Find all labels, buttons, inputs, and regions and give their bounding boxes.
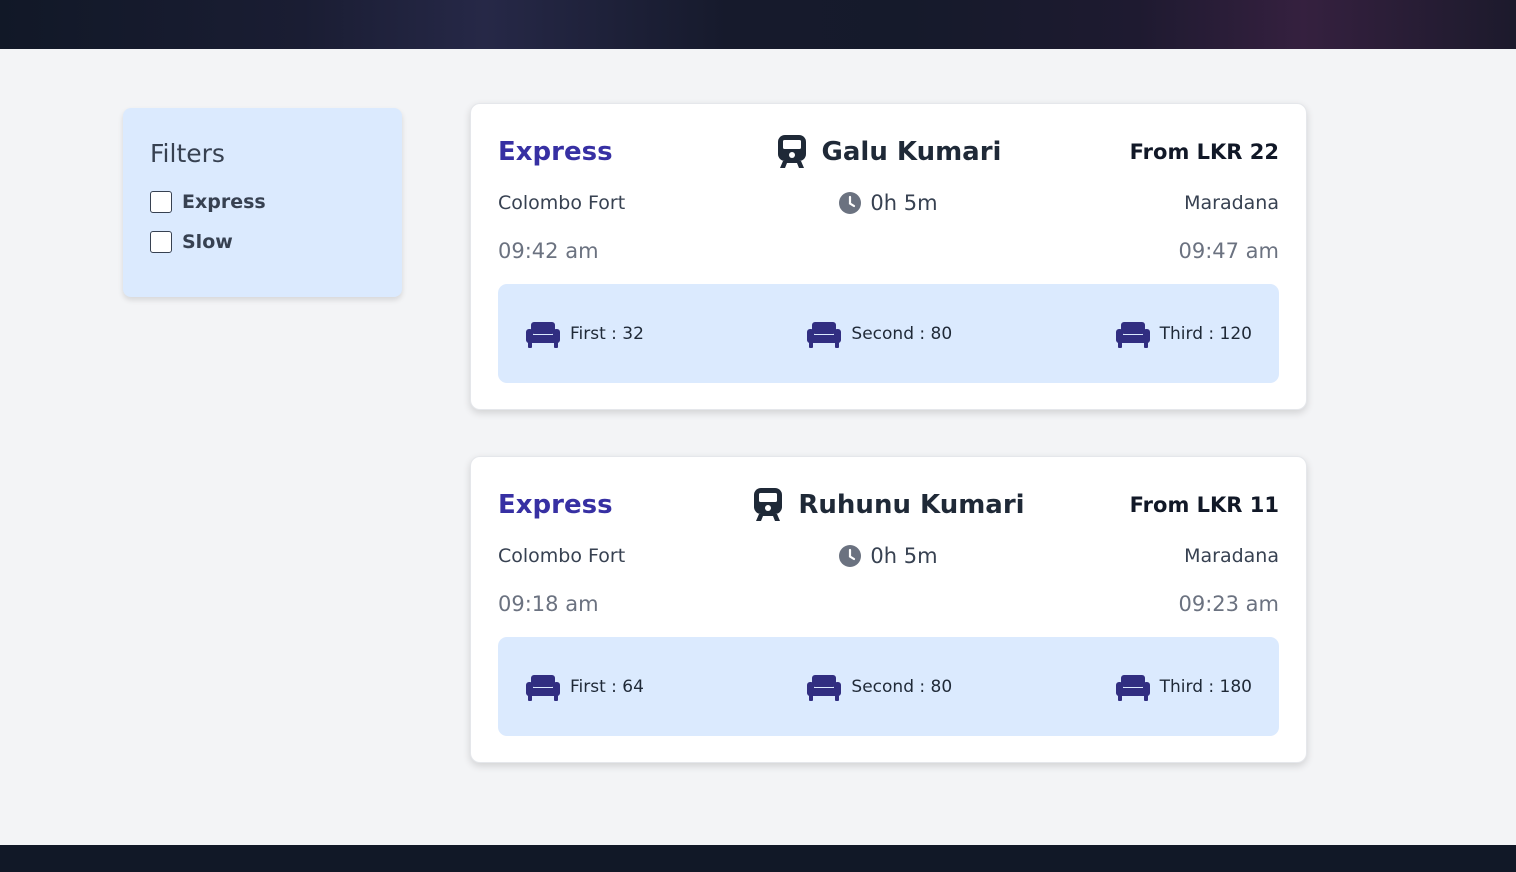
seat-class-second: Second : 80	[807, 673, 952, 701]
train-type: Express	[498, 490, 613, 520]
train-name: Ruhunu Kumari	[798, 490, 1025, 520]
train-card[interactable]: Express Ruhunu Kumari From LKR 11 Colomb…	[470, 456, 1307, 763]
train-price: From LKR 22	[1129, 140, 1279, 164]
seat-class-first: First : 64	[526, 673, 644, 701]
sofa-icon	[526, 321, 560, 348]
seat-third-label: Third : 180	[1159, 676, 1252, 697]
arrival-time: 09:47 am	[1178, 239, 1279, 263]
train-icon	[777, 135, 806, 168]
clock-icon	[839, 192, 862, 214]
filter-express[interactable]: Express	[150, 190, 375, 214]
sofa-icon	[1115, 321, 1150, 348]
train-card-header: Express Ruhunu Kumari From LKR 11	[498, 485, 1279, 525]
clock-icon	[839, 545, 862, 567]
footer-bar	[0, 845, 1516, 872]
filters-title: Filters	[150, 139, 225, 168]
train-name: Galu Kumari	[821, 137, 1002, 167]
seat-availability: First : 32 Second : 80 Third : 120	[498, 284, 1279, 383]
train-card[interactable]: Express Galu Kumari From LKR 22 Colombo …	[470, 103, 1307, 410]
filter-slow-label[interactable]: Slow	[182, 231, 233, 253]
origin-station: Colombo Fort	[498, 545, 626, 567]
route-row: Colombo Fort 0h 5m Maradana	[498, 541, 1279, 571]
departure-time: 09:18 am	[498, 592, 599, 616]
filters-panel: Filters Express Slow	[123, 108, 402, 297]
destination-station: Maradana	[1184, 192, 1279, 214]
seat-second-label: Second : 80	[851, 323, 953, 344]
train-type: Express	[498, 137, 613, 167]
times-row: 09:18 am 09:23 am	[498, 589, 1279, 619]
sofa-icon	[807, 674, 842, 701]
train-card-header: Express Galu Kumari From LKR 22	[498, 132, 1279, 172]
departure-time: 09:42 am	[498, 239, 599, 263]
filter-slow[interactable]: Slow	[150, 230, 375, 254]
trip-duration: 0h 5m	[870, 191, 938, 215]
express-checkbox[interactable]	[150, 191, 172, 213]
origin-station: Colombo Fort	[498, 192, 626, 214]
filter-express-label[interactable]: Express	[182, 191, 266, 213]
slow-checkbox[interactable]	[150, 231, 172, 253]
sofa-icon	[526, 674, 560, 701]
seat-class-third: Third : 120	[1115, 320, 1252, 348]
seat-class-second: Second : 80	[807, 320, 952, 348]
trip-duration: 0h 5m	[870, 544, 938, 568]
destination-station: Maradana	[1184, 545, 1279, 567]
seat-class-third: Third : 180	[1115, 673, 1252, 701]
sofa-icon	[807, 321, 842, 348]
times-row: 09:42 am 09:47 am	[498, 236, 1279, 266]
seat-first-label: First : 32	[570, 323, 644, 344]
route-row: Colombo Fort 0h 5m Maradana	[498, 188, 1279, 218]
arrival-time: 09:23 am	[1178, 592, 1279, 616]
train-icon	[754, 488, 783, 521]
sofa-icon	[1115, 674, 1150, 701]
top-navbar	[0, 0, 1516, 49]
seat-second-label: Second : 80	[851, 676, 953, 697]
seat-third-label: Third : 120	[1159, 323, 1252, 344]
seat-availability: First : 64 Second : 80 Third : 180	[498, 637, 1279, 736]
train-price: From LKR 11	[1129, 493, 1279, 517]
seat-class-first: First : 32	[526, 320, 644, 348]
seat-first-label: First : 64	[570, 676, 644, 697]
